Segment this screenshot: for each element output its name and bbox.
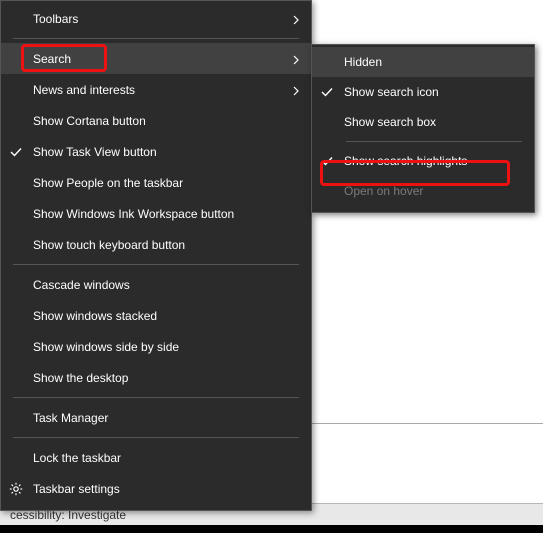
menu-stacked-label: Show windows stacked	[33, 309, 157, 323]
submenu-show-box[interactable]: Show search box	[312, 107, 534, 137]
submenu-highlights-label: Show search highlights	[344, 154, 467, 168]
separator	[13, 437, 299, 438]
menu-lock-label: Lock the taskbar	[33, 451, 121, 465]
menu-toolbars[interactable]: Toolbars	[1, 3, 311, 34]
menu-sidebyside[interactable]: Show windows side by side	[1, 331, 311, 362]
separator	[13, 38, 299, 39]
menu-cascade[interactable]: Cascade windows	[1, 269, 311, 300]
submenu-show-icon[interactable]: Show search icon	[312, 77, 534, 107]
submenu-show-highlights[interactable]: Show search highlights	[312, 146, 534, 176]
menu-taskmgr[interactable]: Task Manager	[1, 402, 311, 433]
submenu-hover-label: Open on hover	[344, 184, 423, 198]
submenu-hidden[interactable]: Hidden	[312, 47, 534, 77]
check-icon	[320, 154, 334, 168]
chevron-right-icon	[291, 85, 301, 95]
menu-taskbar-settings[interactable]: Taskbar settings	[1, 473, 311, 504]
menu-search[interactable]: Search	[1, 43, 311, 74]
check-icon	[9, 145, 23, 159]
menu-stacked[interactable]: Show windows stacked	[1, 300, 311, 331]
gear-icon	[9, 482, 23, 496]
separator	[346, 141, 522, 142]
menu-taskview-label: Show Task View button	[33, 145, 157, 159]
search-submenu: Hidden Show search icon Show search box …	[311, 44, 535, 213]
menu-people[interactable]: Show People on the taskbar	[1, 167, 311, 198]
submenu-box-label: Show search box	[344, 115, 436, 129]
menu-toolbars-label: Toolbars	[33, 12, 78, 26]
menu-desktop[interactable]: Show the desktop	[1, 362, 311, 393]
menu-ink[interactable]: Show Windows Ink Workspace button	[1, 198, 311, 229]
menu-touchkb-label: Show touch keyboard button	[33, 238, 185, 252]
menu-cortana[interactable]: Show Cortana button	[1, 105, 311, 136]
menu-settings-label: Taskbar settings	[33, 482, 120, 496]
menu-people-label: Show People on the taskbar	[33, 176, 183, 190]
menu-cortana-label: Show Cortana button	[33, 114, 146, 128]
menu-sidebyside-label: Show windows side by side	[33, 340, 179, 354]
menu-news-label: News and interests	[33, 83, 135, 97]
menu-touchkb[interactable]: Show touch keyboard button	[1, 229, 311, 260]
submenu-hidden-label: Hidden	[344, 55, 382, 69]
chevron-right-icon	[291, 54, 301, 64]
taskbar-context-menu: Toolbars Search News and interests Show …	[0, 0, 312, 511]
chevron-right-icon	[291, 14, 301, 24]
bottom-bar	[0, 525, 543, 533]
separator	[13, 397, 299, 398]
separator	[13, 264, 299, 265]
menu-search-label: Search	[33, 52, 71, 66]
menu-taskview[interactable]: Show Task View button	[1, 136, 311, 167]
menu-ink-label: Show Windows Ink Workspace button	[33, 207, 234, 221]
menu-lock-taskbar[interactable]: Lock the taskbar	[1, 442, 311, 473]
menu-cascade-label: Cascade windows	[33, 278, 130, 292]
menu-news-interests[interactable]: News and interests	[1, 74, 311, 105]
submenu-icon-label: Show search icon	[344, 85, 439, 99]
menu-desktop-label: Show the desktop	[33, 371, 128, 385]
menu-taskmgr-label: Task Manager	[33, 411, 108, 425]
check-icon	[320, 85, 334, 99]
submenu-open-on-hover: Open on hover	[312, 176, 534, 206]
